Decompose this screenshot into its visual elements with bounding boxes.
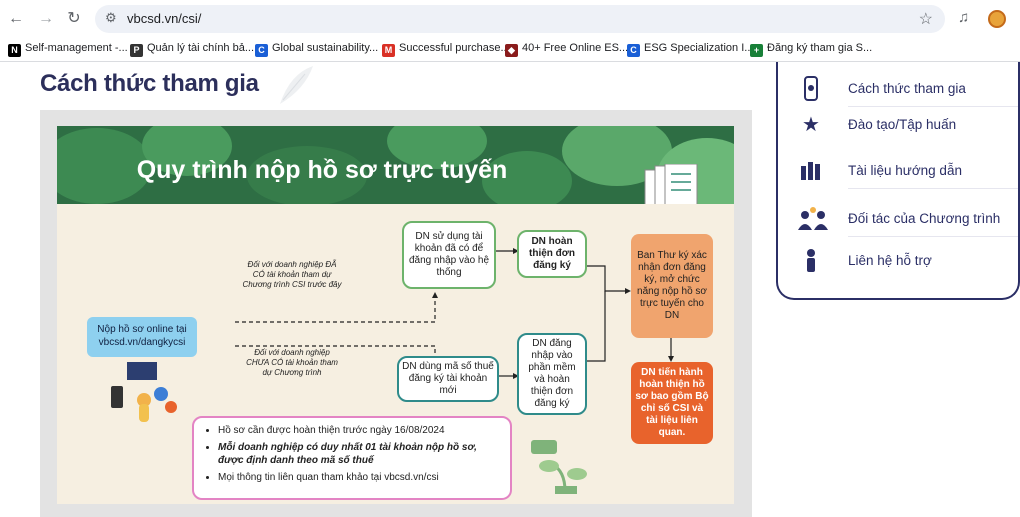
divider: [848, 106, 1018, 107]
menu-item-label: Liên hệ hỗ trợ: [848, 253, 932, 268]
requirement-deadline: Hồ sơ cần được hoàn thiện trước ngày 16/…: [218, 424, 500, 437]
bookmark-item[interactable]: + Đăng ký tham gia S...: [750, 42, 872, 57]
menu-item-label: Đào tạo/Tập huấn: [848, 117, 957, 132]
partners-icon: [798, 206, 828, 232]
sidebar-menu: Cách thức tham gia ★ Đào tạo/Tập huấn Tà…: [776, 62, 1020, 300]
menu-item-support[interactable]: Liên hệ hỗ trợ: [798, 246, 1018, 276]
menu-item-how-to-join[interactable]: Cách thức tham gia: [798, 74, 1018, 107]
divider: [848, 236, 1018, 237]
bookmarks-bar: N Self-management -... P Quản lý tài chính …: [0, 38, 1020, 62]
page-title: Cách thức tham gia: [40, 70, 259, 97]
bookmark-label: 40+ Free Online ES...: [522, 42, 629, 54]
bookmark-star-icon[interactable]: ☆: [919, 9, 933, 29]
bookmark-label: ESG Specialization I...: [644, 42, 754, 54]
media-icon[interactable]: ♫: [958, 9, 969, 26]
avatar[interactable]: [988, 10, 1006, 28]
register-new-account-box: DN dùng mã số thuế đăng ký tài khoản mới: [397, 356, 499, 402]
menu-item-label: Đối tác của Chương trình: [848, 211, 1001, 226]
browser-toolbar: ← → ↻ ⚙ vbcsd.vn/csi/ ☆ ♫: [0, 0, 1020, 38]
menu-item-label: Cách thức tham gia: [848, 81, 966, 96]
complete-form-box-2: DN đăng nhập vào phần mềm và hoàn thiện …: [517, 333, 587, 415]
gmail-icon: M: [382, 44, 395, 57]
sheets-icon: +: [750, 44, 763, 57]
reload-icon[interactable]: ↻: [64, 9, 84, 29]
diamond-icon: ◆: [505, 44, 518, 57]
bookmark-label: Successful purchase...: [399, 42, 510, 54]
bookmark-item[interactable]: P Quản lý tài chính bả...: [130, 42, 254, 57]
bookmark-item[interactable]: C Global sustainability...: [255, 42, 378, 57]
forward-arrow-icon[interactable]: →: [36, 9, 56, 29]
menu-item-training[interactable]: ★ Đào tạo/Tập huấn: [798, 110, 1018, 140]
requirements-list: Hồ sơ cần được hoàn thiện trước ngày 16/…: [192, 416, 512, 500]
coursera-icon: C: [255, 44, 268, 57]
address-bar[interactable]: ⚙ vbcsd.vn/csi/ ☆: [95, 5, 945, 33]
secretariat-confirm-box: Ban Thư ký xác nhận đơn đăng ký, mở chức…: [631, 234, 713, 338]
login-existing-box: DN sử dụng tài khoản đã có để đăng nhập …: [402, 221, 496, 289]
documents-icon: [798, 158, 824, 184]
menu-item-guides[interactable]: Tài liệu hướng dẫn: [798, 156, 1018, 189]
divider: [848, 188, 1018, 189]
bookmark-label: Global sustainability...: [272, 42, 379, 54]
bookmark-label: Self-management -...: [25, 42, 128, 54]
leaf-decoration-icon: [280, 66, 313, 104]
back-arrow-icon[interactable]: ←: [6, 9, 26, 29]
final-dossier-box: DN tiến hành hoàn thiện hồ sơ bao gồm Bộ…: [631, 362, 713, 444]
coursera-icon: C: [627, 44, 640, 57]
note-new-account: Đối với doanh nghiệp CHƯA CÓ tài khoản t…: [246, 348, 338, 377]
plant-camera-icon: [531, 440, 587, 494]
bookmark-item[interactable]: M Successful purchase...: [382, 42, 510, 57]
note-existing-account: Đối với doanh nghiệp ĐÃ CÓ tài khoản tha…: [242, 260, 342, 289]
url-text[interactable]: vbcsd.vn/csi/: [127, 11, 201, 26]
star-icon: ★: [802, 114, 820, 136]
process-infographic: Quy trình nộp hồ sơ trực tuyến Đối với d…: [40, 110, 752, 517]
requirement-one-account: Mỗi doanh nghiệp có duy nhất 01 tài khoả…: [218, 441, 500, 467]
bookmark-item[interactable]: ◆ 40+ Free Online ES...: [505, 42, 628, 57]
notion-icon: N: [8, 44, 21, 57]
requirement-info-link: Mọi thông tin liên quan tham khảo tại vb…: [218, 471, 500, 484]
complete-form-box-1: DN hoàn thiện đơn đăng ký: [517, 230, 587, 278]
bookmark-item[interactable]: N Self-management -...: [8, 42, 128, 57]
proton-icon: P: [130, 44, 143, 57]
bookmark-item[interactable]: C ESG Specialization I...: [627, 42, 753, 57]
online-submission-box: Nộp hồ sơ online tại vbcsd.vn/dangkycsi: [87, 317, 197, 357]
menu-item-label: Tài liệu hướng dẫn: [848, 163, 962, 178]
bookmark-label: Quản lý tài chính bả...: [147, 42, 255, 54]
phone-icon: [798, 76, 824, 102]
devices-illustration-icon: [111, 362, 177, 422]
infographic-canvas: Quy trình nộp hồ sơ trực tuyến Đối với d…: [57, 126, 734, 504]
bookmark-label: Đăng ký tham gia S...: [767, 42, 873, 54]
site-settings-icon[interactable]: ⚙: [105, 10, 117, 26]
support-icon: [798, 248, 824, 274]
menu-item-partners[interactable]: Đối tác của Chương trình: [798, 204, 1018, 237]
